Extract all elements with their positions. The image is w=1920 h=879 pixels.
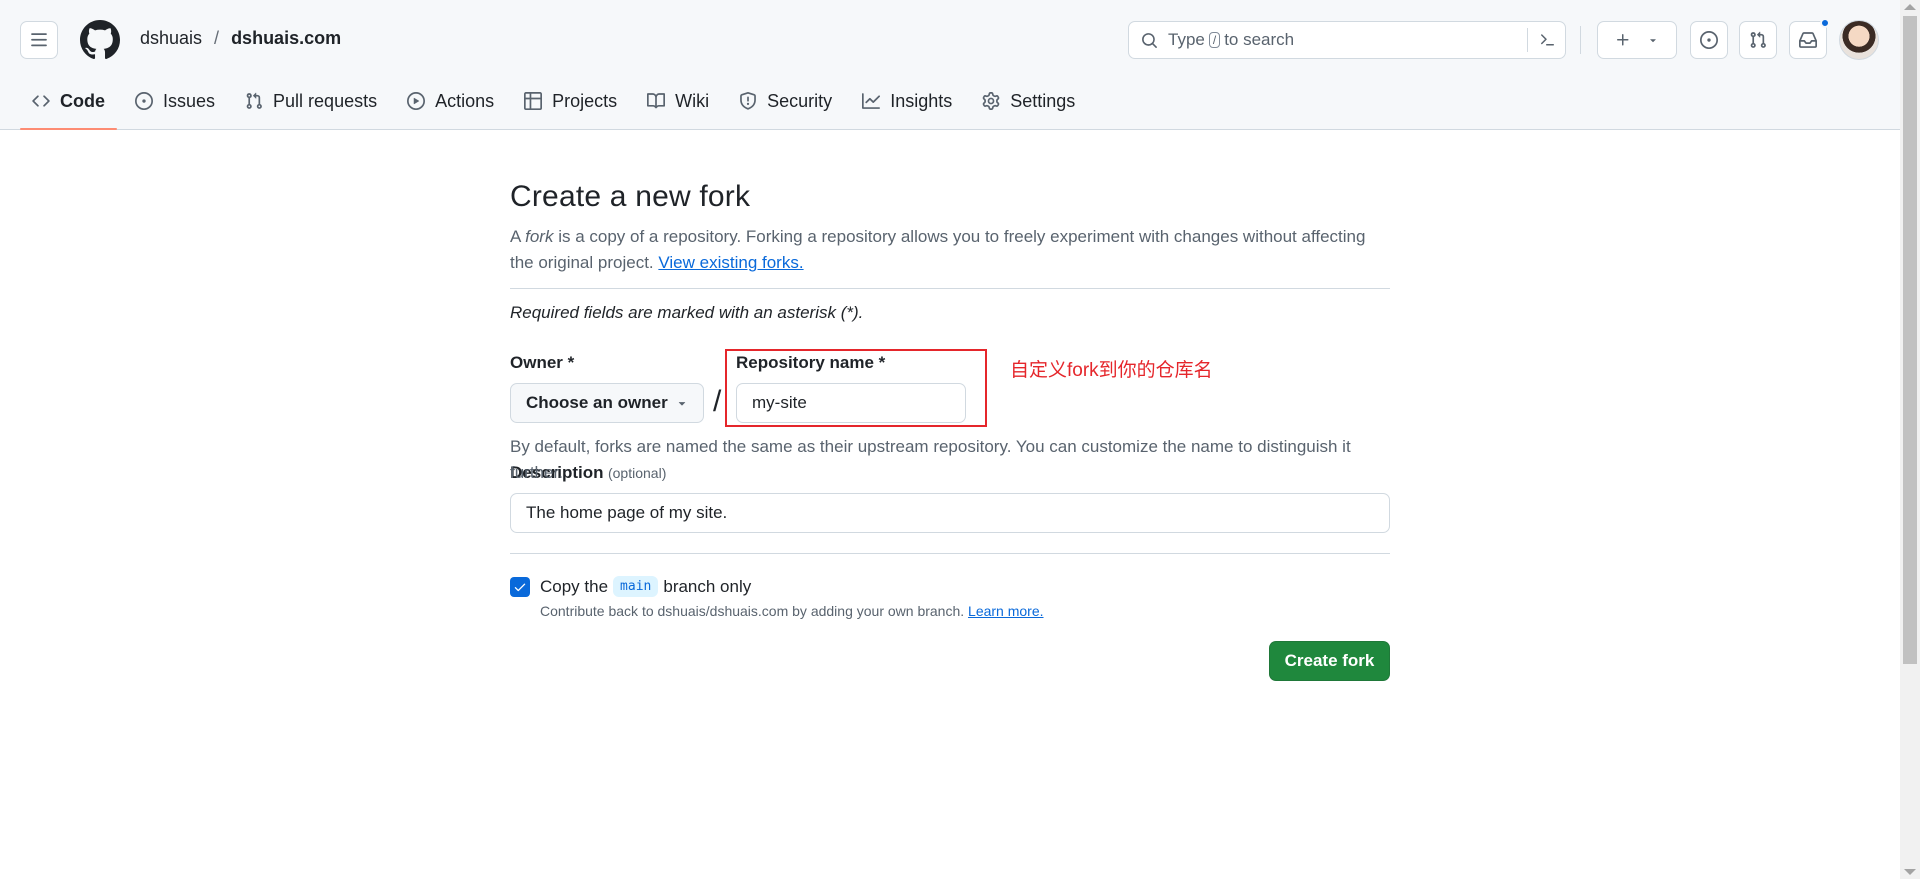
tab-label: Issues	[163, 90, 216, 111]
divider	[510, 288, 1390, 289]
tab-actions[interactable]: Actions	[395, 80, 506, 122]
divider	[510, 553, 1390, 554]
repo-name-field: Repository name * my-site	[736, 353, 966, 423]
unread-indicator	[1820, 18, 1830, 28]
header-divider	[1580, 26, 1581, 54]
table-icon	[524, 92, 543, 110]
copy-hint-text: Contribute back to dshuais/dshuais.com b…	[540, 603, 965, 619]
description-input[interactable]: The home page of my site.	[510, 493, 1390, 533]
intro-part: is a copy of a repository. Forking a rep…	[510, 227, 1366, 272]
owner-link[interactable]: dshuais	[140, 28, 202, 49]
tab-label: Settings	[1010, 90, 1076, 111]
issue-opened-icon	[1700, 31, 1718, 49]
tab-issues[interactable]: Issues	[123, 80, 227, 122]
repo-name-hint: By default, forks are named the same as …	[510, 437, 1351, 482]
scroll-down-arrow-icon[interactable]	[1904, 869, 1916, 875]
owner-label: Owner *	[510, 353, 575, 372]
plus-icon	[1617, 34, 1629, 46]
intro-part: A	[510, 227, 526, 246]
required-note: Required fields are marked with an aster…	[510, 303, 864, 322]
tab-wiki[interactable]: Wiki	[635, 80, 721, 122]
owner-dropdown[interactable]: Choose an owner	[510, 383, 704, 423]
copy-option-label: Copy the main branch only	[540, 576, 751, 597]
tab-security[interactable]: Security	[727, 80, 844, 122]
breadcrumb: dshuais / dshuais.com	[140, 28, 341, 49]
repo-name-input[interactable]: my-site	[736, 383, 966, 423]
tab-projects[interactable]: Projects	[512, 80, 629, 122]
hamburger-icon	[31, 33, 47, 47]
play-icon	[407, 92, 426, 110]
page-title: Create a new fork	[510, 180, 751, 213]
issues-button[interactable]	[1690, 21, 1728, 59]
view-existing-forks-link[interactable]: View existing forks.	[658, 253, 803, 272]
repo-link[interactable]: dshuais.com	[231, 28, 341, 49]
tab-label: Code	[60, 90, 105, 111]
search-input[interactable]: Type / to search	[1128, 21, 1566, 59]
tab-label: Security	[767, 90, 833, 111]
pull-requests-button[interactable]	[1739, 21, 1777, 59]
branch-name-code: main	[613, 576, 659, 597]
owner-dropdown-value: Choose an owner	[526, 393, 668, 412]
tab-pull-requests[interactable]: Pull requests	[233, 80, 389, 122]
terminal-icon	[1540, 34, 1554, 46]
owner-repo-row: Owner * Choose an owner / Repository nam…	[510, 349, 1390, 482]
search-icon	[1142, 32, 1157, 48]
fork-form: Create a new fork A fork is a copy of a …	[510, 180, 1390, 681]
tab-insights[interactable]: Insights	[850, 80, 964, 122]
search-placeholder-before: Type	[1168, 30, 1205, 49]
code-icon	[32, 95, 50, 107]
book-icon	[647, 93, 666, 109]
owner-field: Owner * Choose an owner	[510, 353, 704, 423]
tab-label: Projects	[552, 90, 618, 111]
annotation-text: 自定义fork到你的仓库名	[1010, 360, 1213, 381]
triangle-down-icon	[1650, 39, 1656, 43]
copy-main-branch-option: Copy the main branch only	[510, 576, 1390, 597]
owner-repo-slash: /	[713, 385, 722, 418]
notifications-button[interactable]	[1789, 18, 1830, 59]
inbox-icon	[1799, 32, 1817, 48]
tab-label: Pull requests	[273, 90, 378, 111]
tab-code[interactable]: Code	[20, 80, 117, 130]
create-new-button[interactable]	[1597, 21, 1677, 59]
pull-request-icon	[246, 92, 262, 109]
git-pull-request-icon	[1750, 31, 1766, 48]
command-palette-button[interactable]	[1527, 28, 1565, 52]
repo-tabs: Code Issues Pull requests Actions Projec…	[20, 80, 1093, 130]
github-logo-icon[interactable]	[80, 20, 120, 60]
triangle-down-icon	[678, 402, 686, 406]
copy-text-after: branch only	[663, 576, 752, 596]
scrollbar-thumb[interactable]	[1903, 16, 1917, 664]
tab-label: Actions	[435, 90, 495, 111]
create-fork-button[interactable]: Create fork	[1269, 641, 1390, 681]
gear-icon	[982, 92, 1000, 110]
learn-more-link[interactable]: Learn more.	[968, 603, 1043, 619]
issue-icon	[135, 92, 153, 110]
shield-icon	[740, 92, 757, 110]
check-icon	[514, 583, 526, 591]
tab-label: Insights	[890, 90, 953, 111]
copy-text-before: Copy the	[540, 576, 609, 596]
top-header: dshuais / dshuais.com Type / to search C…	[0, 0, 1900, 130]
copy-option-hint: Contribute back to dshuais/dshuais.com b…	[540, 603, 1390, 619]
user-avatar[interactable]	[1839, 20, 1879, 60]
tab-label: Wiki	[675, 90, 710, 111]
breadcrumb-separator: /	[214, 28, 220, 48]
graph-icon	[862, 93, 881, 109]
intro-fork-word: fork	[525, 227, 554, 246]
search-shortcut-key: /	[1208, 32, 1221, 48]
intro-text: A fork is a copy of a repository. Forkin…	[510, 224, 1390, 276]
copy-main-only-checkbox[interactable]	[510, 576, 530, 597]
search-placeholder-after: to search	[1224, 30, 1295, 49]
scroll-up-arrow-icon[interactable]	[1904, 4, 1916, 10]
tab-settings[interactable]: Settings	[970, 80, 1087, 122]
repo-name-label: Repository name *	[736, 353, 886, 372]
menu-button[interactable]	[20, 21, 58, 59]
